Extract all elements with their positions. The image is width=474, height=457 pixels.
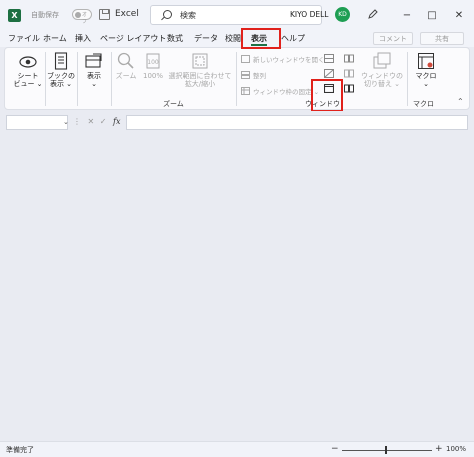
freeze-panes-icon xyxy=(241,87,250,95)
zoom-100-icon: 100 xyxy=(146,53,160,69)
zoom-selection-icon xyxy=(192,53,208,69)
fx-icon[interactable]: fx xyxy=(113,117,120,126)
minimize-button[interactable]: − xyxy=(400,8,414,22)
collapse-ribbon-icon[interactable]: ⌃ xyxy=(457,97,464,106)
tab-help[interactable]: ヘルプ xyxy=(281,33,305,44)
separator xyxy=(45,52,46,106)
zoom-group-label: ズーム xyxy=(163,100,184,108)
tab-file[interactable]: ファイル xyxy=(8,33,40,44)
workbook-view-icon xyxy=(54,52,68,70)
tab-review[interactable]: 校閲 xyxy=(225,33,241,44)
zoom-level[interactable]: 100% xyxy=(446,445,466,453)
comment-button[interactable]: コメント xyxy=(373,32,413,45)
separator xyxy=(77,52,78,106)
tab-page-layout[interactable]: ページ レイアウト xyxy=(100,33,166,44)
show-label: 表示 ⌄ xyxy=(87,72,101,88)
autosave-toggle[interactable]: オフ xyxy=(72,9,92,25)
toggle-knob xyxy=(75,12,81,18)
switch-windows-icon xyxy=(373,52,391,69)
avatar[interactable]: KD xyxy=(335,7,350,22)
zoom-to-selection-button[interactable]: 選択範囲に合わせて 拡大/縮小 xyxy=(167,52,233,88)
side-by-side-icon[interactable] xyxy=(344,54,354,63)
title-bar: X 自動保存 オフ Excel 検索 KIYO DELL KD − □ ✕ xyxy=(0,0,474,30)
search-icon xyxy=(163,10,172,19)
zoom-selection-label: 選択範囲に合わせて 拡大/縮小 xyxy=(168,72,232,88)
workbook-view-button[interactable]: ブックの 表示 ⌄ xyxy=(47,52,75,88)
switch-windows-label: ウィンドウの 切り替え ⌄ xyxy=(361,72,403,88)
reset-position-icon[interactable] xyxy=(344,84,354,93)
hide-icon[interactable] xyxy=(324,69,334,78)
toggle-state: オフ xyxy=(82,12,88,25)
close-button[interactable]: ✕ xyxy=(452,8,466,22)
tab-data[interactable]: データ xyxy=(194,33,218,44)
search-placeholder: 検索 xyxy=(180,11,196,20)
dots-icon[interactable]: ⋮ xyxy=(73,117,81,126)
save-icon[interactable] xyxy=(99,9,110,20)
arrange-icon xyxy=(241,71,250,79)
status-ready: 準備完了 xyxy=(6,446,34,454)
eye-icon xyxy=(19,56,37,68)
zoom-icon xyxy=(117,52,134,69)
new-window-label: 新しいウィンドウを開く xyxy=(253,56,325,64)
chevron-down-icon[interactable]: ⌄ xyxy=(63,118,69,126)
cancel-icon[interactable]: ✕ xyxy=(88,117,95,126)
tab-formulas[interactable]: 数式 xyxy=(167,33,183,44)
formula-controls: ⋮ ✕ ✓ fx xyxy=(73,117,121,126)
zoom-out-button[interactable]: − xyxy=(331,444,339,454)
pen-icon[interactable] xyxy=(367,8,379,20)
separator xyxy=(407,52,408,106)
app-name: Excel xyxy=(115,9,139,19)
macros-label: マクロ ⌄ xyxy=(415,72,437,88)
excel-logo-icon: X xyxy=(8,9,21,22)
sync-scroll-icon[interactable] xyxy=(344,69,354,78)
workbook-view-label: ブックの 表示 ⌄ xyxy=(47,72,75,88)
split-icon[interactable] xyxy=(324,54,334,63)
sheet-view-label: シート ビュー ⌄ xyxy=(13,72,43,88)
zoom-100-button[interactable]: 100 100% xyxy=(141,52,165,80)
new-window-button[interactable]: 新しいウィンドウを開く xyxy=(241,54,325,64)
zoom-slider[interactable] xyxy=(342,450,432,451)
show-button[interactable]: 表示 ⌄ xyxy=(80,52,108,88)
separator xyxy=(236,52,237,106)
freeze-panes-label: ウィンドウ枠の固定 ⌄ xyxy=(253,88,320,96)
zoom-label: ズーム xyxy=(115,72,137,80)
sheet-view-button[interactable]: シート ビュー ⌄ xyxy=(11,54,45,88)
new-window-icon xyxy=(241,55,250,63)
switch-windows-button[interactable]: ウィンドウの 切り替え ⌄ xyxy=(361,52,403,88)
macros-group-label: マクロ xyxy=(413,100,434,108)
zoom-button[interactable]: ズーム xyxy=(113,52,139,80)
zoom-100-label: 100% xyxy=(142,72,163,80)
enter-icon[interactable]: ✓ xyxy=(100,117,107,126)
autosave-label: 自動保存 xyxy=(31,11,59,19)
show-icon xyxy=(85,53,102,68)
tab-home[interactable]: ホーム xyxy=(43,33,67,44)
macro-icon xyxy=(418,53,434,69)
share-button[interactable]: 共有 xyxy=(420,32,464,45)
arrange-all-label: 整列 xyxy=(253,72,266,80)
maximize-button[interactable]: □ xyxy=(425,8,439,22)
status-bar: 準備完了 − + 100% xyxy=(0,441,474,457)
macros-button[interactable]: マクロ ⌄ xyxy=(410,52,442,88)
name-box[interactable]: ⌄ xyxy=(6,115,69,130)
view-tab-highlight xyxy=(241,28,281,49)
ribbon: シート ビュー ⌄ ブックの 表示 ⌄ 表示 ⌄ ズーム 100 100% 選択… xyxy=(4,47,470,110)
arrange-all-button[interactable]: 整列 xyxy=(241,70,266,80)
svg-text:100: 100 xyxy=(147,59,159,66)
formula-input[interactable] xyxy=(126,115,468,130)
separator xyxy=(111,52,112,106)
zoom-slider-thumb[interactable] xyxy=(385,446,387,454)
tab-insert[interactable]: 挿入 xyxy=(75,33,91,44)
user-name[interactable]: KIYO DELL xyxy=(290,10,328,19)
freeze-panes-button[interactable]: ウィンドウ枠の固定 ⌄ xyxy=(241,86,319,96)
zoom-in-button[interactable]: + xyxy=(435,444,443,454)
unhide-highlight xyxy=(311,79,343,112)
